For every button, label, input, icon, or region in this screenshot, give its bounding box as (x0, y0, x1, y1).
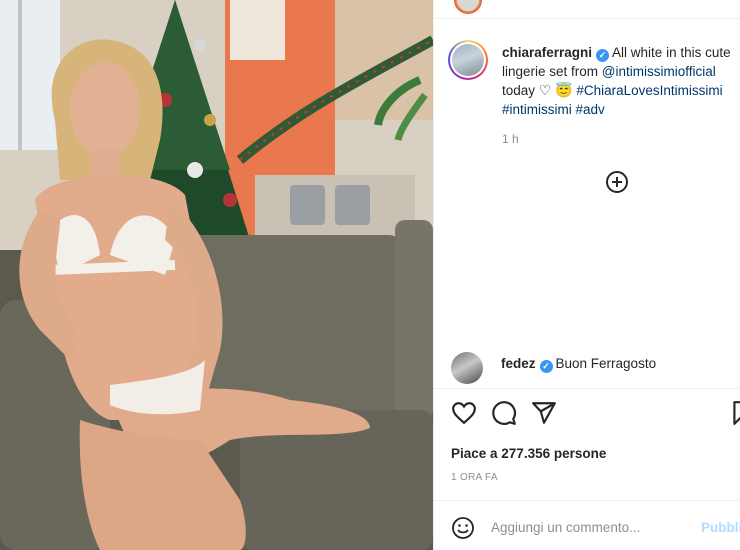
previous-comment-strip (434, 0, 740, 19)
comment-input[interactable] (491, 520, 671, 535)
comment-text: fedez ✓ Buon Ferragosto (501, 356, 656, 373)
smiley-icon[interactable] (451, 516, 475, 540)
action-bar (434, 400, 740, 430)
caption-timestamp[interactable]: 1 h (502, 132, 519, 146)
post-date[interactable]: 1 ORA FA (451, 472, 498, 483)
plus-circle-icon[interactable] (606, 171, 628, 193)
mention-link[interactable]: @intimissimiofficial (602, 64, 716, 79)
post-side-panel: chiaraferragni ✓ All white in this cute li… (433, 0, 740, 550)
hashtag-link[interactable]: #adv (576, 102, 605, 117)
comment-icon[interactable] (491, 400, 517, 426)
avatar-image (452, 44, 484, 76)
divider (434, 500, 740, 501)
add-comment-bar: Pubblica (434, 510, 740, 550)
author-username[interactable]: chiaraferragni (502, 45, 592, 60)
comment-body: Buon Ferragosto (555, 356, 657, 371)
partial-avatar[interactable] (454, 0, 482, 14)
hashtag-link[interactable]: #intimissimi (502, 102, 572, 117)
post-photo[interactable] (0, 0, 433, 550)
caption-text: chiaraferragni ✓ All white in this cute li… (502, 44, 740, 119)
comment-item: fedez ✓ Buon Ferragosto (451, 352, 740, 386)
verified-badge-icon: ✓ (596, 49, 610, 62)
white-heart-emoji: ♡ (538, 82, 552, 98)
heart-icon[interactable] (451, 400, 477, 426)
likes-count[interactable]: Piace a 277.356 persone (451, 446, 606, 461)
verified-badge-icon: ✓ (539, 360, 553, 373)
halo-face-emoji: 😇 (555, 82, 573, 98)
post-image (0, 0, 433, 550)
divider (434, 388, 740, 389)
caption-body-2: today (502, 83, 539, 98)
author-avatar[interactable] (448, 40, 488, 80)
bookmark-icon[interactable] (729, 400, 740, 426)
hashtag-link[interactable]: #ChiaraLovesIntimissimi (576, 83, 722, 98)
commenter-avatar[interactable] (451, 352, 483, 384)
send-icon[interactable] (531, 400, 557, 426)
commenter-username[interactable]: fedez (501, 356, 536, 371)
publish-button[interactable]: Pubblica (701, 520, 740, 535)
